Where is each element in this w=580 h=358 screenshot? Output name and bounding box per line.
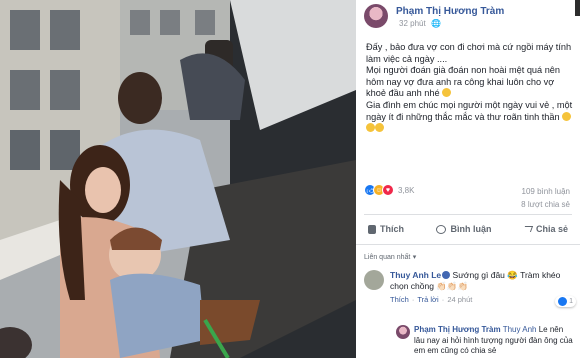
share-count[interactable]: 8 lượt chia sẻ <box>521 198 570 211</box>
commenter-avatar[interactable] <box>364 270 384 290</box>
author-avatar[interactable] <box>364 4 388 28</box>
comment-actions: Thích · Trả lời · 24 phút <box>390 295 576 304</box>
verified-icon <box>442 271 451 279</box>
like-button-label: Thích <box>380 224 404 234</box>
post-time[interactable]: 32 phút 🌐 <box>396 19 441 28</box>
post-text: Đấy , bảo đưa vợ con đi chơi mà cứ ngồi … <box>366 42 576 135</box>
post-photo[interactable] <box>0 0 356 358</box>
post-paragraph: Mọi người đoán già đoán non hoài mệt quá… <box>366 65 576 100</box>
separator: · <box>441 295 445 304</box>
photo-image <box>0 0 356 358</box>
divider <box>356 244 580 245</box>
comment-sort-label: Liên quan nhất <box>364 254 411 261</box>
emoji-icon <box>375 123 384 133</box>
comment-button[interactable]: Bình luận <box>432 218 495 240</box>
post-paragraph: Gia đình em chúc mọi người một ngày vui … <box>366 100 576 135</box>
divider <box>364 214 572 215</box>
engagement-counts: 109 bình luận 8 lượt chia sẻ <box>521 185 570 211</box>
share-button-label: Chia sẻ <box>535 224 568 234</box>
sidebar-edge <box>575 0 580 16</box>
comment-content: Thuy Anh Le Sướng gì đâu 😂 Tràm khéo chọ… <box>390 270 576 292</box>
post-paragraph-text: Gia đình em chúc mọi người một ngày vui … <box>366 99 573 122</box>
share-button[interactable]: Chia sẻ <box>520 218 572 240</box>
comment-reply-link[interactable]: Trả lời <box>417 295 438 304</box>
emoji-icon <box>562 111 572 121</box>
photo-viewer: Phạm Thị Hương Tràm 32 phút 🌐 Đấy , bảo … <box>0 0 580 358</box>
reaction-summary[interactable]: 👍︎ ☺︎ ♥ 3,8K <box>364 184 414 196</box>
globe-icon: 🌐 <box>430 19 441 28</box>
reply-avatar[interactable] <box>396 325 410 339</box>
post-paragraph-text: Mọi người đoán già đoán non hoài mệt quá… <box>366 65 561 99</box>
reply-mention[interactable]: Thuy Anh <box>503 325 537 334</box>
like-icon <box>558 297 568 306</box>
reaction-count: 3,8K <box>398 185 415 195</box>
share-icon <box>522 226 534 232</box>
comment-icon <box>436 224 447 234</box>
reply-author[interactable]: Phạm Thị Hương Tràm <box>414 325 501 334</box>
reply-body: Phạm Thị Hương Tràm Thuy Anh Le nên lâu … <box>414 325 576 357</box>
emoji-icon <box>442 88 452 98</box>
comment-button-label: Bình luận <box>450 224 492 234</box>
author-name[interactable]: Phạm Thị Hương Tràm <box>396 6 504 17</box>
separator: · <box>411 295 415 304</box>
emoji-icon <box>366 123 375 133</box>
post-time-label: 32 phút <box>399 19 426 28</box>
comment-body: Thuy Anh Le Sướng gì đâu 😂 Tràm khéo chọ… <box>390 270 576 304</box>
post-sidebar: Phạm Thị Hương Tràm 32 phút 🌐 Đấy , bảo … <box>356 0 580 358</box>
commenter-name[interactable]: Thuy Anh Le <box>390 270 441 280</box>
comment-sort-dropdown[interactable]: Liên quan nhất ▾ <box>364 251 416 261</box>
post-paragraph: Đấy , bảo đưa vợ con đi chơi mà cứ ngồi … <box>366 42 572 64</box>
love-icon: ♥ <box>382 184 394 196</box>
chevron-down-icon: ▾ <box>412 254 417 261</box>
comment-reaction-badge[interactable]: 1 <box>555 296 576 307</box>
comment-time[interactable]: 24 phút <box>447 295 472 304</box>
like-icon <box>368 224 376 234</box>
comment-like-count: 1 <box>569 298 573 305</box>
comment-like-link[interactable]: Thích <box>390 295 409 304</box>
post-header: Phạm Thị Hương Tràm 32 phút 🌐 <box>356 0 580 34</box>
action-bar: Thích Bình luận Chia sẻ <box>364 218 572 240</box>
like-button[interactable]: Thích <box>364 218 408 240</box>
comment-count[interactable]: 109 bình luận <box>521 185 571 198</box>
